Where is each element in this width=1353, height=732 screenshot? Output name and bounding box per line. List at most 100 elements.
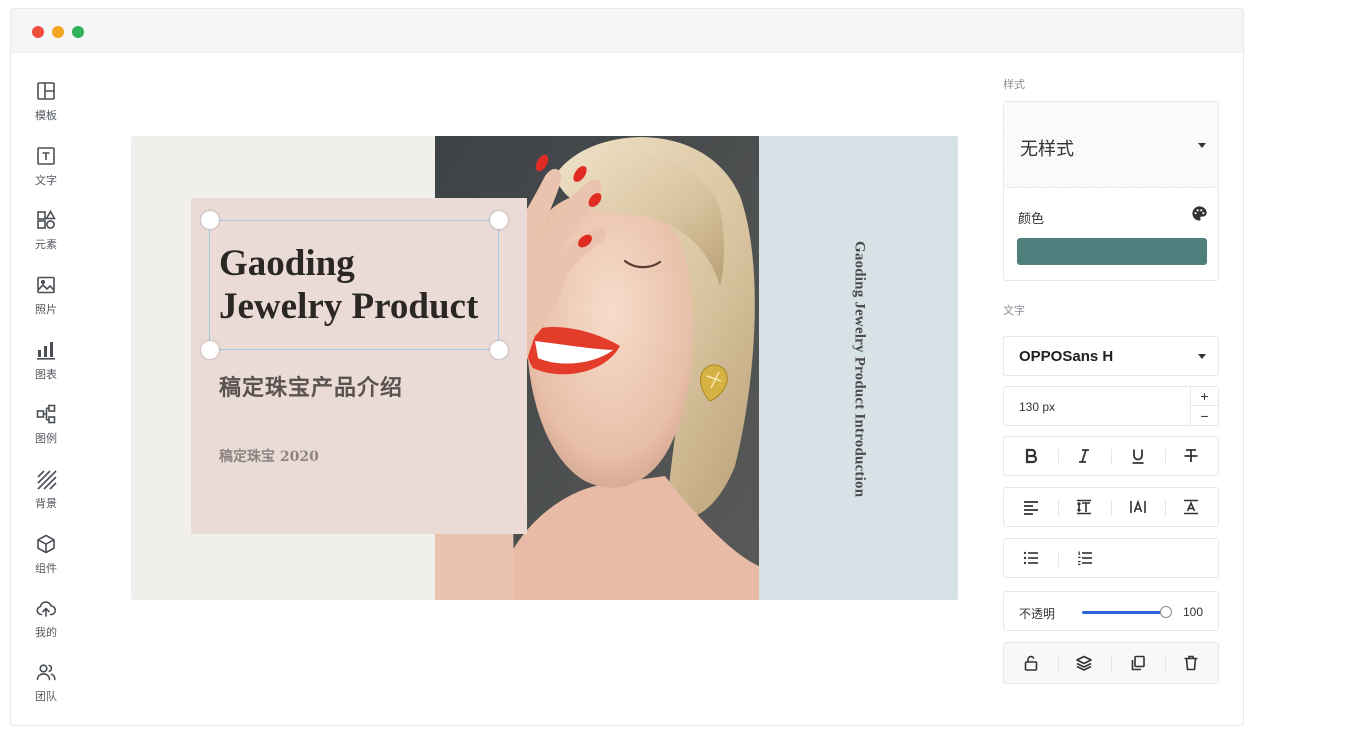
font-family-value: OPPOSans H [1019,348,1114,365]
sidebar-item-diagrams[interactable]: 图例 [11,403,81,461]
duplicate-button[interactable] [1111,643,1165,683]
sidebar-item-label: 组件 [35,562,57,575]
decrease-size-button[interactable]: − [1191,406,1218,425]
copy-icon [1131,655,1145,671]
list-toolbar [1003,538,1219,578]
align-left-icon [1023,501,1038,515]
minimize-window-button[interactable] [52,26,64,38]
layers-button[interactable] [1057,643,1112,683]
text-format-toolbar [1003,436,1219,476]
text-card[interactable]: Gaoding Jewelry Product 稿定珠宝产品介绍 稿定珠宝 20… [191,198,527,534]
sidebar-item-label: 我的 [35,626,57,639]
opacity-slider-fill [1082,611,1166,614]
cube-icon [37,534,55,554]
bullet-list-button[interactable] [1004,539,1058,577]
stripes-icon [37,470,57,490]
resize-handle-bottom-left[interactable] [201,341,219,359]
sidebar-item-charts[interactable]: 图表 [11,339,81,397]
close-window-button[interactable] [32,26,44,38]
strikethrough-icon [1184,449,1198,462]
sidebar-item-label: 照片 [35,303,57,316]
sidebar-item-elements[interactable]: 元素 [11,209,81,267]
opacity-value: 100 [1183,605,1204,619]
resize-handle-top-left[interactable] [201,211,219,229]
bar-chart-icon [37,342,55,360]
bullet-list-icon [1023,551,1038,565]
sidebar-item-label: 图表 [35,368,57,381]
title-bar [11,9,1243,53]
sidebar-item-photos[interactable]: 照片 [11,274,81,332]
text-section-label: 文字 [1003,304,1025,317]
object-actions-toolbar [1003,642,1219,684]
font-size-stepper: + − [1190,387,1218,425]
bold-icon [1025,448,1037,464]
layers-icon [1076,655,1093,671]
sidebar-item-templates[interactable]: 模板 [11,80,81,138]
font-size-input[interactable]: 130 px + − [1003,386,1219,426]
color-label: 颜色 [1018,212,1045,227]
style-card: 无样式 颜色 [1003,101,1219,281]
font-size-value: 130 px [1019,400,1056,414]
slide-caption[interactable]: 稿定珠宝 2020 [219,446,319,466]
underline-icon [1132,449,1144,464]
letter-spacing-icon [1129,499,1146,513]
italic-button[interactable] [1057,437,1112,475]
resize-handle-bottom-right[interactable] [490,341,508,359]
vertical-align-icon [1184,499,1199,515]
text-layout-toolbar [1003,487,1219,527]
sidebar-item-label: 元素 [35,238,57,251]
numbered-list-icon [1078,551,1092,565]
opacity-slider[interactable] [1082,606,1172,618]
letter-spacing-button[interactable] [1111,488,1165,526]
title-line-2: Jewelry Product [219,286,479,327]
diagram-icon [36,404,56,424]
bold-button[interactable] [1004,437,1058,475]
cloud-upload-icon [36,601,57,617]
increase-size-button[interactable]: + [1191,387,1218,406]
sidebar-item-label: 模板 [35,109,57,122]
opacity-slider-handle[interactable] [1160,606,1172,618]
line-height-button[interactable] [1057,488,1112,526]
slide-subtitle[interactable]: 稿定珠宝产品介绍 [219,370,403,402]
sidebar-item-text[interactable]: 文字 [11,145,81,203]
shapes-icon [37,209,56,229]
italic-icon [1079,449,1090,463]
vertical-align-button[interactable] [1164,488,1219,526]
style-section-label: 样式 [1003,78,1025,91]
vertical-title[interactable]: Gaoding Jewelry Product Introduction [851,241,868,497]
team-icon [36,664,56,681]
unlock-icon [1024,655,1038,671]
sidebar-item-mine[interactable]: 我的 [11,597,81,655]
sidebar-item-label: 团队 [35,690,57,703]
style-dropdown[interactable]: 无样式 [1004,102,1218,188]
layout-icon [37,82,55,100]
sidebar-item-label: 图例 [35,432,57,445]
lock-button[interactable] [1004,643,1058,683]
delete-button[interactable] [1164,643,1219,683]
maximize-window-button[interactable] [72,26,84,38]
strikethrough-button[interactable] [1164,437,1219,475]
editor-window: 模板 文字 元素 照片 图表 图例 背景 组件 我的 团队 Gaoding Je… [10,8,1244,726]
sidebar-item-label: 文字 [35,174,57,187]
chevron-down-icon [1198,354,1206,359]
title-line-1: Gaoding [219,243,355,284]
align-left-button[interactable] [1004,488,1058,526]
underline-button[interactable] [1111,437,1165,475]
image-icon [37,276,55,294]
font-family-dropdown[interactable]: OPPOSans H [1003,336,1219,376]
opacity-control: 不透明 100 [1003,591,1219,631]
sidebar-item-team[interactable]: 团队 [11,661,81,719]
slide-canvas[interactable]: Gaoding Jewelry Product Introduction Gao… [131,136,958,600]
sidebar-item-components[interactable]: 组件 [11,533,81,591]
color-swatch[interactable] [1017,238,1207,265]
sidebar-item-label: 背景 [35,497,57,510]
trash-icon [1184,655,1198,671]
sidebar-item-backgrounds[interactable]: 背景 [11,468,81,526]
resize-handle-top-right[interactable] [490,211,508,229]
chevron-down-icon [1198,143,1206,148]
tool-sidebar: 模板 文字 元素 照片 图表 图例 背景 组件 我的 团队 [11,53,81,725]
numbered-list-button[interactable] [1058,539,1112,577]
palette-icon[interactable] [1191,205,1208,222]
line-height-icon [1077,499,1092,515]
slide-title[interactable]: Gaoding Jewelry Product [219,242,478,328]
